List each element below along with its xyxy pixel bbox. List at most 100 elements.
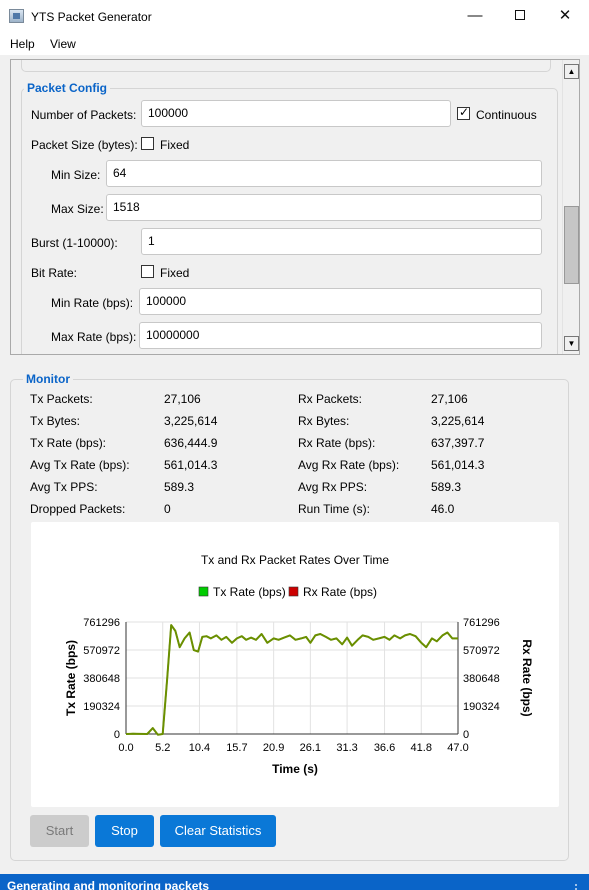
packet-size-fixed-label: Fixed bbox=[160, 138, 190, 152]
start-button[interactable]: Start bbox=[30, 815, 89, 847]
config-scroll-area[interactable]: Packet Config Number of Packets: 100000 … bbox=[10, 59, 580, 355]
num-packets-label: Number of Packets: bbox=[31, 108, 137, 122]
monitor-title: Monitor bbox=[23, 372, 73, 386]
y-axis-title-right: Rx Rate (bps) bbox=[520, 639, 534, 716]
max-rate-label: Max Rate (bps): bbox=[51, 330, 137, 344]
y-tick-label-right: 761296 bbox=[463, 617, 500, 629]
x-axis-title: Time (s) bbox=[272, 762, 318, 776]
rate-chart: Tx and Rx Packet Rates Over Time Tx Rate … bbox=[31, 522, 559, 807]
menu-help[interactable]: Help bbox=[10, 37, 35, 51]
x-tick-label: 15.7 bbox=[226, 742, 247, 754]
y-tick-label-left: 570972 bbox=[83, 645, 120, 657]
rx-rate-label: Rx Rate (bps): bbox=[298, 436, 376, 450]
scroll-thumb[interactable] bbox=[564, 206, 579, 284]
bit-rate-label: Bit Rate: bbox=[31, 266, 78, 280]
status-bar: Generating and monitoring packets bbox=[0, 874, 589, 890]
x-tick-label: 0.0 bbox=[118, 742, 133, 754]
x-tick-label: 41.8 bbox=[411, 742, 432, 754]
y-tick-label-left: 0 bbox=[114, 729, 120, 741]
max-size-input[interactable]: 1518 bbox=[106, 194, 542, 221]
x-tick-label: 5.2 bbox=[155, 742, 170, 754]
burst-label: Burst (1-10000): bbox=[31, 236, 118, 250]
close-button[interactable]: ✕ bbox=[542, 0, 588, 33]
rx-bytes-value: 3,225,614 bbox=[431, 414, 485, 428]
legend-tx-label: Tx Rate (bps) bbox=[213, 585, 286, 599]
num-packets-input[interactable]: 100000 bbox=[141, 100, 451, 127]
packet-size-fixed-checkbox[interactable] bbox=[141, 137, 154, 150]
legend-rx-label: Rx Rate (bps) bbox=[303, 585, 377, 599]
continuous-label: Continuous bbox=[476, 108, 537, 122]
legend-rx-swatch bbox=[288, 586, 299, 597]
rx-packets-label: Rx Packets: bbox=[298, 392, 363, 406]
y-tick-label-left: 380648 bbox=[83, 673, 120, 685]
scroll-up-icon[interactable]: ▲ bbox=[564, 64, 579, 79]
legend-tx-swatch bbox=[198, 586, 209, 597]
rx-rate-value: 637,397.7 bbox=[431, 436, 485, 450]
x-tick-label: 36.6 bbox=[374, 742, 395, 754]
tx-bytes-value: 3,225,614 bbox=[164, 414, 218, 428]
y-axis-title-left: Tx Rate (bps) bbox=[64, 640, 78, 716]
max-rate-input[interactable]: 10000000 bbox=[139, 322, 542, 349]
avg-rx-pps-label: Avg Rx PPS: bbox=[298, 480, 368, 494]
rate-chart-svg: Tx and Rx Packet Rates Over Time Tx Rate … bbox=[64, 553, 534, 776]
y-tick-label-left: 190324 bbox=[83, 701, 120, 713]
x-tick-label: 31.3 bbox=[336, 742, 357, 754]
scroll-down-icon[interactable]: ▼ bbox=[564, 336, 579, 351]
y-tick-label-left: 761296 bbox=[83, 617, 120, 629]
dropped-packets-value: 0 bbox=[164, 502, 171, 516]
y-tick-label-right: 380648 bbox=[463, 673, 500, 685]
stop-button[interactable]: Stop bbox=[95, 815, 154, 847]
bit-rate-fixed-checkbox[interactable] bbox=[141, 265, 154, 278]
check-icon: ✓ bbox=[459, 105, 470, 119]
series-line-tx bbox=[125, 624, 458, 736]
menu-bar: Help View bbox=[0, 33, 589, 55]
avg-tx-pps-value: 589.3 bbox=[164, 480, 195, 494]
app-icon bbox=[9, 9, 24, 23]
min-size-input[interactable]: 64 bbox=[106, 160, 542, 187]
menu-view[interactable]: View bbox=[50, 37, 76, 51]
maximize-icon bbox=[515, 10, 525, 21]
continuous-checkbox[interactable]: ✓ bbox=[457, 105, 470, 120]
rx-bytes-label: Rx Bytes: bbox=[298, 414, 350, 428]
tx-packets-label: Tx Packets: bbox=[30, 392, 93, 406]
tx-rate-value: 636,444.9 bbox=[164, 436, 218, 450]
avg-tx-rate-value: 561,014.3 bbox=[164, 458, 218, 472]
avg-tx-pps-label: Avg Tx PPS: bbox=[30, 480, 98, 494]
tx-packets-value: 27,106 bbox=[164, 392, 201, 406]
dropped-packets-label: Dropped Packets: bbox=[30, 502, 126, 516]
x-tick-label: 20.9 bbox=[263, 742, 284, 754]
avg-tx-rate-label: Avg Tx Rate (bps): bbox=[30, 458, 130, 472]
title-bar: YTS Packet Generator — ✕ bbox=[0, 0, 589, 33]
min-rate-input[interactable]: 100000 bbox=[139, 288, 542, 315]
max-size-label: Max Size: bbox=[51, 202, 104, 216]
min-size-label: Min Size: bbox=[51, 168, 101, 182]
packet-size-label: Packet Size (bytes): bbox=[31, 138, 138, 152]
window-title: YTS Packet Generator bbox=[31, 10, 152, 24]
y-tick-label-right: 0 bbox=[463, 729, 469, 741]
run-time-label: Run Time (s): bbox=[298, 502, 371, 516]
resize-grip-icon[interactable] bbox=[575, 884, 589, 890]
min-rate-label: Min Rate (bps): bbox=[51, 296, 134, 310]
tx-bytes-label: Tx Bytes: bbox=[30, 414, 81, 428]
tx-rate-label: Tx Rate (bps): bbox=[30, 436, 107, 450]
previous-group-box bbox=[21, 60, 551, 72]
packet-config-title: Packet Config bbox=[24, 81, 111, 95]
avg-rx-rate-value: 561,014.3 bbox=[431, 458, 485, 472]
burst-input[interactable]: 1 bbox=[141, 228, 542, 255]
y-tick-label-right: 570972 bbox=[463, 645, 500, 657]
x-tick-label: 47.0 bbox=[447, 742, 468, 754]
run-time-value: 46.0 bbox=[431, 502, 455, 516]
rx-packets-value: 27,106 bbox=[431, 392, 468, 406]
x-tick-label: 10.4 bbox=[189, 742, 210, 754]
maximize-button[interactable] bbox=[497, 0, 543, 33]
y-tick-label-right: 190324 bbox=[463, 701, 500, 713]
clear-statistics-button[interactable]: Clear Statistics bbox=[160, 815, 276, 847]
x-tick-label: 26.1 bbox=[300, 742, 321, 754]
bit-rate-fixed-label: Fixed bbox=[160, 266, 190, 280]
minimize-button[interactable]: — bbox=[452, 0, 498, 33]
avg-rx-pps-value: 589.3 bbox=[431, 480, 462, 494]
config-scrollbar[interactable]: ▲ ▼ bbox=[562, 60, 579, 354]
chart-title: Tx and Rx Packet Rates Over Time bbox=[201, 553, 389, 567]
avg-rx-rate-label: Avg Rx Rate (bps): bbox=[298, 458, 400, 472]
series-line-rx bbox=[125, 624, 458, 736]
